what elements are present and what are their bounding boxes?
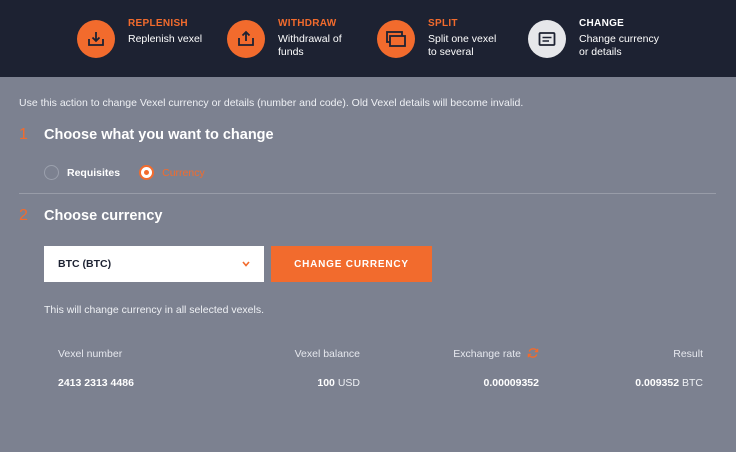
radio-checked-icon (139, 165, 155, 180)
card-icon (528, 20, 566, 58)
divider (19, 193, 716, 194)
radio-unchecked-icon (44, 165, 59, 180)
change-title: CHANGE (579, 18, 625, 29)
refresh-icon[interactable] (527, 347, 539, 359)
vexel-balance-value: 100 USD (317, 377, 360, 389)
replenish-title: REPLENISH (128, 18, 188, 29)
radio-requisites-label: Requisites (67, 166, 121, 179)
step-1-header: 1 Choose what you want to change (19, 126, 274, 144)
upload-tray-icon (227, 20, 265, 58)
withdraw-title: WITHDRAW (278, 18, 337, 29)
exchange-rate-value: 0.00009352 (483, 377, 539, 389)
split-desc: Split one vexel to several (428, 33, 497, 58)
split-title: SPLIT (428, 18, 458, 29)
currency-note: This will change currency in all selecte… (44, 304, 265, 316)
top-action-bar: REPLENISH Replenish vexel WITHDRAW Withd… (0, 0, 736, 77)
radio-requisites[interactable]: Requisites (44, 165, 120, 180)
header-exchange-rate: Exchange rate (453, 348, 539, 360)
step-2-number: 2 (19, 207, 28, 224)
download-tray-icon (77, 20, 115, 58)
change-type-radio-group: Requisites Currency (44, 165, 205, 180)
currency-select-value: BTC (BTC) (58, 258, 112, 270)
header-vexel-number: Vexel number (58, 348, 123, 360)
radio-currency[interactable]: Currency (139, 165, 205, 180)
vexel-number-value: 2413 2313 4486 (58, 377, 134, 389)
info-text: Use this action to change Vexel currency… (19, 97, 524, 109)
withdraw-desc: Withdrawal of funds (278, 33, 342, 58)
change-currency-button[interactable]: CHANGE CURRENCY (271, 246, 432, 282)
step-2-title: Choose currency (44, 208, 163, 224)
step-1-title: Choose what you want to change (44, 127, 274, 143)
split-cards-icon (377, 20, 415, 58)
change-action[interactable]: CHANGE Change currency or details (528, 18, 659, 62)
header-vexel-balance: Vexel balance (294, 348, 360, 360)
result-value: 0.009352 BTC (635, 377, 703, 389)
header-result: Result (673, 348, 703, 360)
radio-currency-label: Currency (162, 166, 205, 179)
chevron-down-icon (242, 261, 250, 267)
currency-select[interactable]: BTC (BTC) (44, 246, 264, 282)
step-2-header: 2 Choose currency (19, 207, 162, 225)
replenish-desc: Replenish vexel (128, 33, 203, 45)
replenish-action[interactable]: REPLENISH Replenish vexel (77, 18, 202, 62)
change-desc: Change currency or details (579, 33, 659, 58)
withdraw-action[interactable]: WITHDRAW Withdrawal of funds (227, 18, 342, 62)
split-action[interactable]: SPLIT Split one vexel to several (377, 18, 496, 62)
step-1-number: 1 (19, 126, 28, 143)
